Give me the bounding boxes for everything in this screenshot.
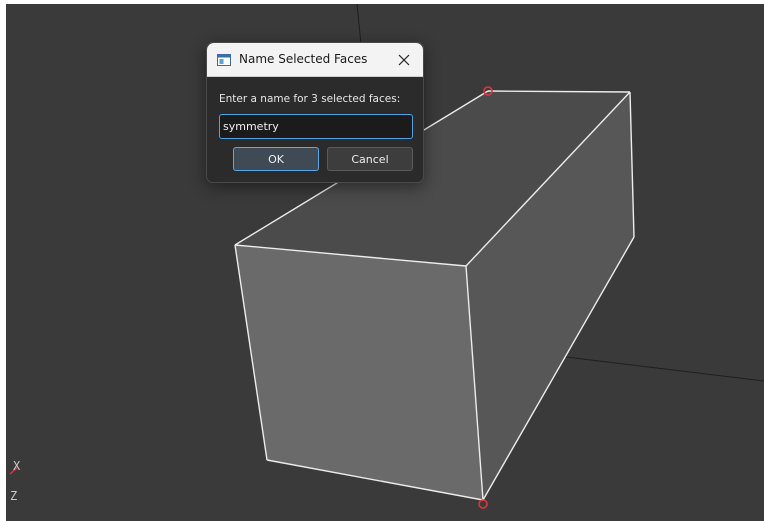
grid-line-horizontal	[565, 356, 764, 382]
face-name-input[interactable]	[219, 114, 413, 139]
ok-button[interactable]: OK	[233, 147, 319, 171]
dialog-title: Name Selected Faces	[239, 52, 368, 66]
dialog-titlebar[interactable]: Name Selected Faces	[207, 43, 423, 77]
vertex-marker-bottom	[478, 499, 488, 509]
close-icon	[398, 54, 410, 66]
cancel-button[interactable]: Cancel	[327, 147, 413, 171]
grid-line-vertical	[356, 4, 362, 45]
name-selected-faces-dialog: Name Selected Faces Enter a name for 3 s…	[206, 42, 424, 183]
close-button[interactable]	[391, 47, 417, 73]
axis-x-label: X	[13, 459, 21, 473]
window-app-icon	[217, 54, 231, 66]
axis-z-label: Z	[10, 489, 18, 503]
box-front-face	[235, 245, 483, 500]
dialog-prompt: Enter a name for 3 selected faces:	[219, 93, 401, 105]
